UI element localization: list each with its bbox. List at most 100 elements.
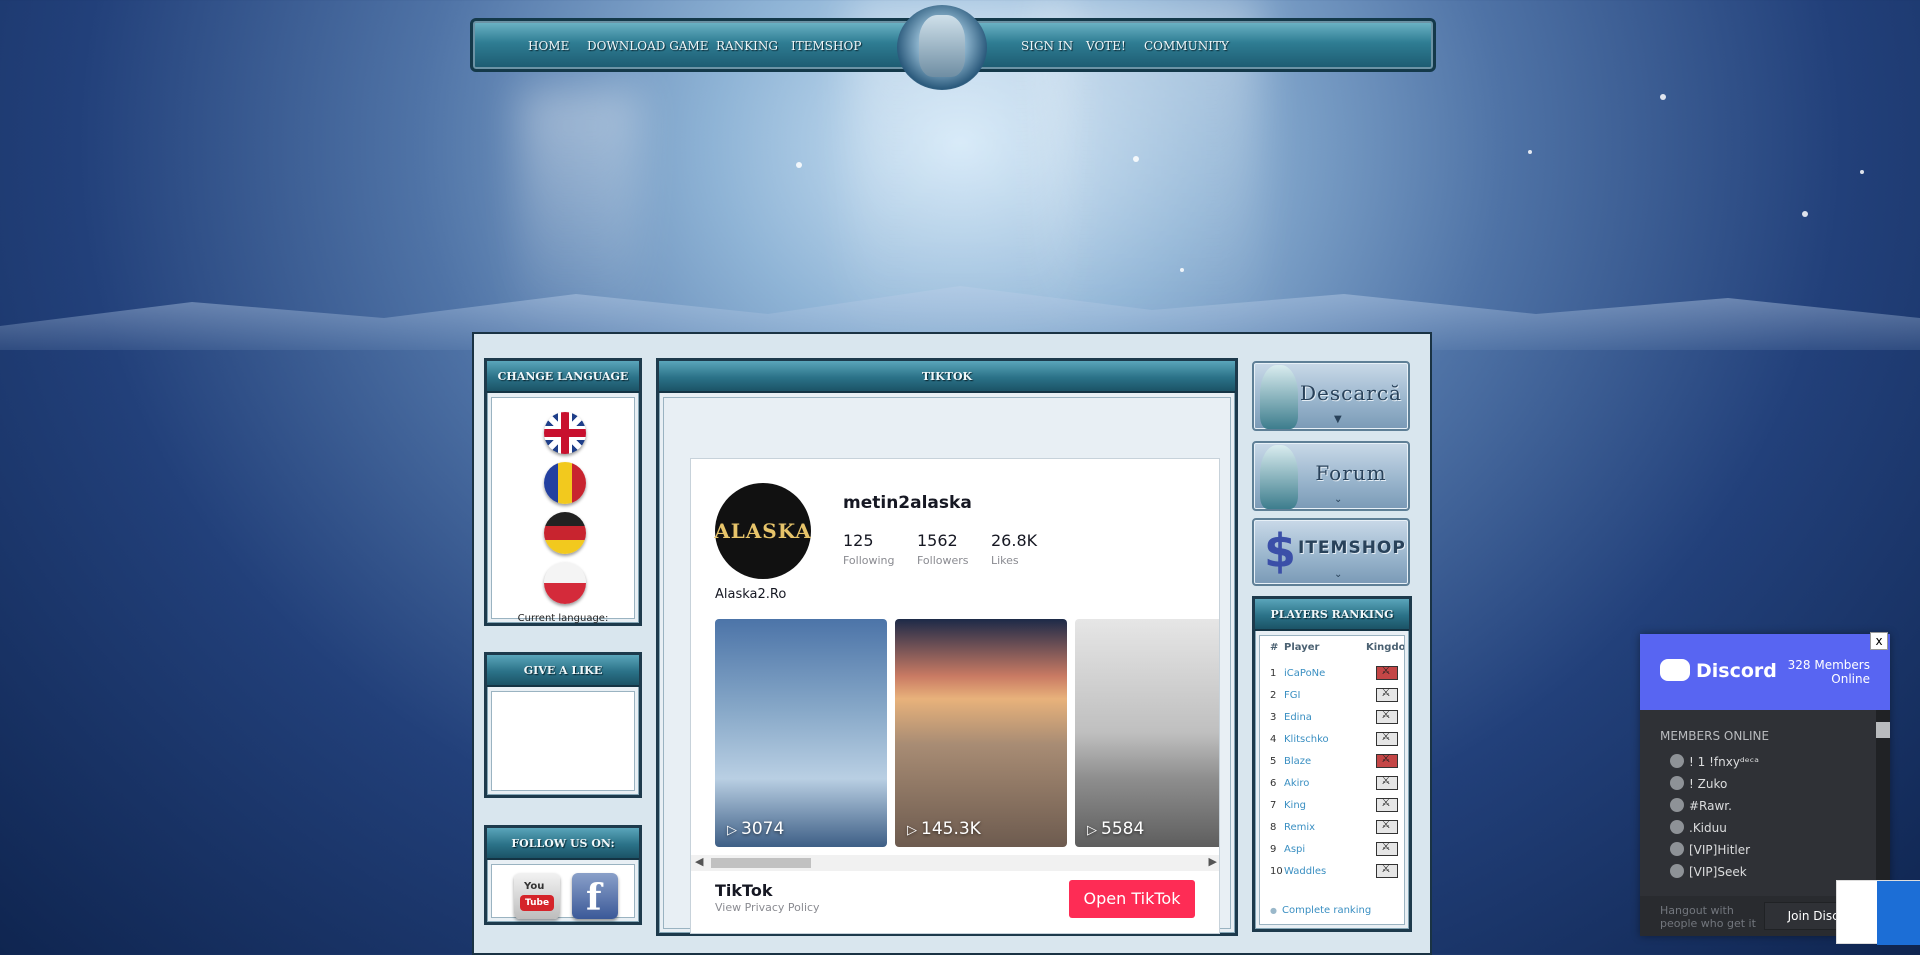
horizontal-scrollbar[interactable]: ◀ ▶ — [691, 855, 1219, 871]
uk-flag-icon[interactable] — [544, 412, 586, 454]
forum-banner[interactable]: Forum ⌄ — [1252, 441, 1410, 511]
player-name-link[interactable]: Klitschko — [1284, 734, 1329, 745]
panel-body: You Tube f — [491, 864, 635, 919]
discord-member[interactable]: [VIP]Seek — [1670, 864, 1747, 879]
nav-home[interactable]: HOME — [528, 39, 569, 53]
download-banner[interactable]: Descarcă ▼ — [1252, 361, 1410, 431]
rank-number: 6 — [1270, 778, 1277, 789]
nav-community[interactable]: COMMUNITY — [1144, 39, 1229, 53]
germany-flag-icon[interactable] — [544, 512, 586, 554]
close-icon[interactable]: x — [1870, 632, 1888, 650]
tiktok-brand: TikTok — [715, 881, 773, 900]
snowflake — [1860, 170, 1864, 174]
nav-vote[interactable]: VOTE! — [1086, 39, 1126, 53]
play-icon: ▷ — [907, 823, 917, 838]
ranking-row: 2 FGI — [1260, 686, 1404, 708]
nav-download-game[interactable]: DOWNLOAD GAME — [587, 39, 709, 53]
discord-brand-text: Discord — [1696, 660, 1777, 682]
rank-number: 8 — [1270, 822, 1277, 833]
complete-ranking-link[interactable]: Complete ranking — [1270, 905, 1371, 916]
tiktok-video-thumbnail[interactable]: ▷ 145.3K — [895, 619, 1067, 847]
youtube-icon[interactable]: You Tube — [514, 873, 560, 919]
hangout-text: Hangout with people who get it — [1660, 904, 1756, 930]
player-name-link[interactable]: Akiro — [1284, 778, 1309, 789]
chevron-down-icon: ⌄ — [1334, 494, 1343, 505]
light-beam — [520, 90, 640, 330]
poland-flag-icon[interactable] — [544, 562, 586, 604]
kingdom-flag-icon — [1376, 664, 1398, 680]
discord-member[interactable]: ! 1 !fnxyᵈᵉᶜᵃ — [1670, 754, 1759, 769]
discord-scrollbar[interactable] — [1876, 710, 1890, 896]
stat-followers: 1562 Followers — [917, 531, 969, 567]
discord-member[interactable]: #Rawr. — [1670, 798, 1732, 813]
stat-value: 1562 — [917, 531, 958, 550]
avatar-logo-text: ALASKA — [714, 519, 812, 543]
ranking-row: 1 iCaPoNe — [1260, 664, 1404, 686]
panel-body: ALASKA metin2alaska 125 Following 1562 F… — [663, 397, 1231, 934]
rank-number: 4 — [1270, 734, 1277, 745]
tiktok-avatar[interactable]: ALASKA — [714, 483, 812, 579]
recaptcha-icon — [1877, 881, 1920, 945]
member-name: .Kiduu — [1689, 821, 1727, 835]
player-name-link[interactable]: FGI — [1284, 690, 1300, 701]
tiktok-video-thumbnail[interactable]: ▷ 3074 — [715, 619, 887, 847]
scroll-left-icon[interactable]: ◀ — [695, 855, 703, 868]
chevron-down-icon: ▼ — [1334, 414, 1342, 425]
kingdom-flag-icon — [1376, 708, 1398, 724]
member-name: ! 1 !fnxyᵈᵉᶜᵃ — [1689, 755, 1759, 769]
scrollbar-thumb[interactable] — [1876, 722, 1890, 738]
player-name-link[interactable]: King — [1284, 800, 1306, 811]
nav-itemshop[interactable]: ITEMSHOP — [791, 39, 861, 53]
rank-number: 2 — [1270, 690, 1277, 701]
views-value: 5584 — [1101, 819, 1145, 839]
player-name-link[interactable]: Blaze — [1284, 756, 1311, 767]
kingdom-flag-icon — [1376, 840, 1398, 856]
avatar — [1670, 776, 1684, 790]
player-name-link[interactable]: Aspi — [1284, 844, 1305, 855]
stat-value: 26.8K — [991, 531, 1038, 550]
banner-label: Descarcă — [1300, 381, 1402, 405]
stat-value: 125 — [843, 531, 874, 550]
member-name: [VIP]Hitler — [1689, 843, 1751, 857]
snowflake — [1660, 94, 1666, 100]
player-name-link[interactable]: iCaPoNe — [1284, 668, 1325, 679]
discord-logo: Discord — [1660, 659, 1777, 682]
privacy-policy-link[interactable]: View Privacy Policy — [715, 901, 820, 914]
youtube-you-text: You — [524, 881, 545, 892]
rank-number: 5 — [1270, 756, 1277, 767]
rank-number: 1 — [1270, 668, 1277, 679]
youtube-tube-text: Tube — [520, 895, 554, 911]
banner-label: Forum — [1315, 461, 1387, 485]
player-name-link[interactable]: Remix — [1284, 822, 1315, 833]
ranking-row: 4 Klitschko — [1260, 730, 1404, 752]
stat-label: Likes — [991, 554, 1019, 567]
player-name-link[interactable]: Edina — [1284, 712, 1312, 723]
snowflake — [796, 162, 802, 168]
open-tiktok-button[interactable]: Open TikTok — [1069, 880, 1195, 918]
discord-member[interactable]: ! Zuko — [1670, 776, 1727, 791]
panel-title: FOLLOW US ON: — [487, 828, 639, 860]
scroll-right-icon[interactable]: ▶ — [1209, 855, 1217, 868]
discord-header: Discord 328 Members Online x — [1640, 632, 1890, 710]
tiktok-username[interactable]: metin2alaska — [843, 493, 972, 513]
recaptcha-badge[interactable] — [1836, 880, 1920, 945]
rank-number: 9 — [1270, 844, 1277, 855]
itemshop-banner[interactable]: $ ITEMSHOP ⌄ — [1252, 518, 1410, 586]
discord-member[interactable]: [VIP]Hitler — [1670, 842, 1750, 857]
change-language-panel: CHANGE LANGUAGE Current language: — [484, 358, 642, 626]
player-name-link[interactable]: Waddles — [1284, 866, 1326, 877]
tiktok-video-thumbnail[interactable]: ▷ 5584 — [1075, 619, 1219, 847]
nav-ranking[interactable]: RANKING — [716, 39, 778, 53]
snowflake — [1528, 150, 1532, 154]
nav-sign-in[interactable]: SIGN IN — [1021, 39, 1073, 53]
server-logo-emblem[interactable] — [897, 5, 987, 90]
current-language-label: Current language: — [517, 613, 609, 624]
players-ranking-panel: PLAYERS RANKING # Player Kingdom 1 iCaPoN… — [1252, 596, 1412, 932]
facebook-icon[interactable]: f — [572, 873, 618, 919]
scrollbar-thumb[interactable] — [711, 858, 811, 868]
members-online-heading: MEMBERS ONLINE — [1660, 729, 1770, 743]
character-figure-icon — [1260, 445, 1298, 509]
discord-member[interactable]: .Kiduu — [1670, 820, 1727, 835]
romania-flag-icon[interactable] — [544, 462, 586, 504]
panel-body — [491, 691, 635, 791]
